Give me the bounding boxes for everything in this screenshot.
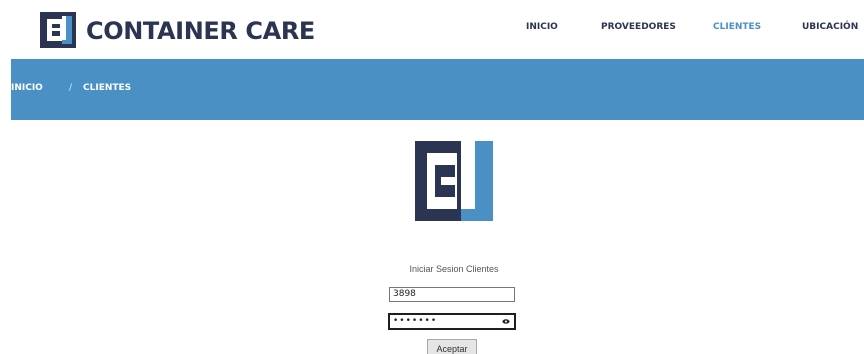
nav-item-proveedores[interactable]: PROVEEDORES xyxy=(601,22,676,32)
login-title: Iniciar Sesion Clientes xyxy=(409,264,499,274)
brand-logo-large-icon xyxy=(415,141,493,221)
breadcrumb-home-link[interactable]: INICIO xyxy=(11,83,43,93)
eye-icon[interactable] xyxy=(502,318,510,325)
submit-button[interactable]: Aceptar xyxy=(427,339,477,354)
site-header: CONTAINER CARE INICIO PROVEEDORES CLIENT… xyxy=(0,0,864,58)
breadcrumb-separator: / xyxy=(69,83,73,93)
nav-item-clientes[interactable]: CLIENTES xyxy=(713,22,761,32)
brand-logo-icon[interactable] xyxy=(40,12,76,48)
nav-item-inicio[interactable]: INICIO xyxy=(526,22,558,32)
page-banner: INICIO / CLIENTES xyxy=(11,59,864,120)
nav-item-ubicacion[interactable]: UBICACIÓN xyxy=(802,22,858,32)
password-mask: ••••••• xyxy=(393,316,438,326)
client-number-input[interactable]: 3898 xyxy=(389,287,515,302)
breadcrumb-current: CLIENTES xyxy=(83,83,132,93)
password-input[interactable]: ••••••• xyxy=(388,313,516,330)
brand-name[interactable]: CONTAINER CARE xyxy=(86,11,315,51)
